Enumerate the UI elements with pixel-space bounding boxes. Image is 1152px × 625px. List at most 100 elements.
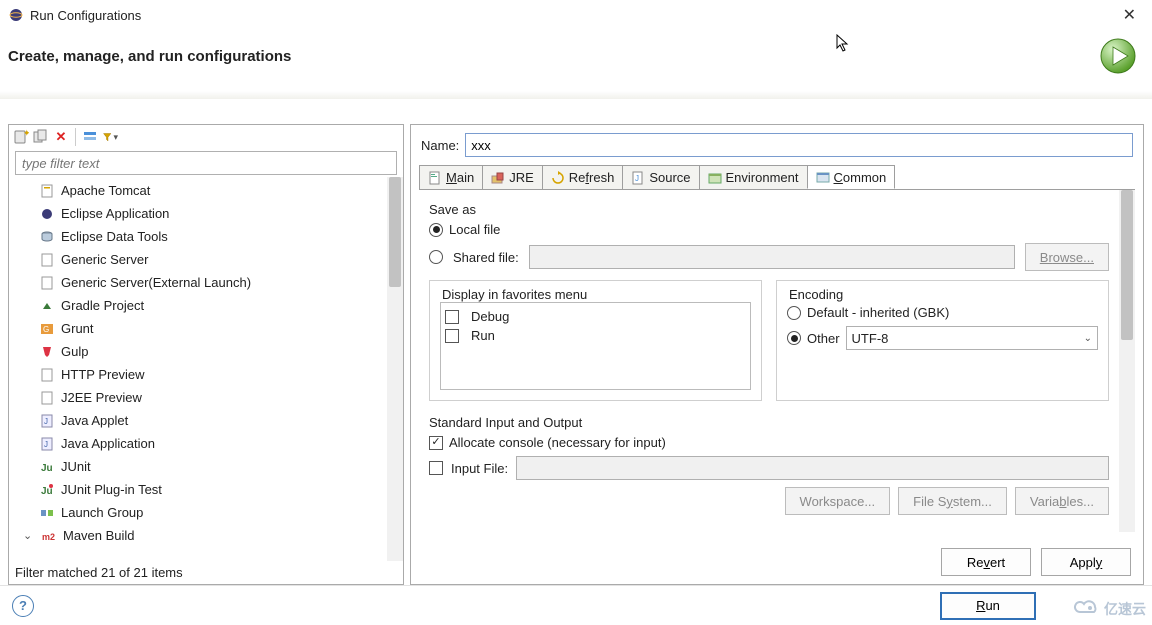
encoding-select[interactable]: UTF-8⌄ bbox=[846, 326, 1098, 350]
tab-jre[interactable]: JRE bbox=[482, 165, 543, 189]
shared-file-label: Shared file: bbox=[453, 250, 519, 265]
dialog-heading: Create, manage, and run configurations bbox=[8, 48, 291, 65]
filter-status: Filter matched 21 of 21 items bbox=[9, 561, 403, 584]
window-title: Run Configurations bbox=[30, 8, 141, 23]
encoding-other-radio[interactable] bbox=[787, 331, 801, 345]
run-button[interactable]: Run bbox=[940, 592, 1036, 620]
tree-item-label: Apache Tomcat bbox=[61, 183, 150, 198]
local-file-label: Local file bbox=[449, 222, 500, 237]
tree-item-label: Gulp bbox=[61, 344, 88, 359]
new-config-icon[interactable]: ✦ bbox=[13, 129, 29, 145]
svg-text:✦: ✦ bbox=[23, 129, 29, 138]
config-type-icon: J bbox=[39, 436, 55, 452]
page-icon bbox=[428, 171, 442, 185]
tree-toolbar: ✦ ✕ bbox=[9, 125, 403, 149]
tree-item-label: Maven Build bbox=[63, 528, 135, 543]
tree-item-label: Eclipse Application bbox=[61, 206, 169, 221]
tree-item[interactable]: Ju JUnit Plug-in Test bbox=[9, 478, 403, 501]
config-type-icon bbox=[39, 505, 55, 521]
revert-button[interactable]: Revert bbox=[941, 548, 1031, 576]
name-input[interactable] bbox=[465, 133, 1133, 157]
config-type-icon bbox=[39, 206, 55, 222]
tree-item-label: Java Applet bbox=[61, 413, 128, 428]
input-file-input bbox=[516, 456, 1109, 480]
tab-main[interactable]: Main bbox=[419, 165, 483, 189]
tree-item-label: JUnit Plug-in Test bbox=[61, 482, 162, 497]
expand-icon[interactable]: ⌄ bbox=[23, 529, 35, 542]
collapse-all-icon[interactable] bbox=[82, 129, 98, 145]
config-editor-panel: Name: Main JRE Refresh JSource Environme… bbox=[410, 124, 1144, 585]
filter-input[interactable] bbox=[15, 151, 397, 175]
environment-icon bbox=[708, 171, 722, 185]
duplicate-config-icon[interactable] bbox=[33, 129, 49, 145]
tree-item[interactable]: ⌄ m2 Maven Build bbox=[9, 524, 403, 547]
config-type-icon bbox=[39, 229, 55, 245]
tree-item-label: Generic Server(External Launch) bbox=[61, 275, 251, 290]
tree-item[interactable]: Gradle Project bbox=[9, 294, 403, 317]
content-scrollbar[interactable] bbox=[1119, 190, 1135, 532]
tab-environment[interactable]: Environment bbox=[699, 165, 808, 189]
shared-file-radio[interactable] bbox=[429, 250, 443, 264]
source-icon: J bbox=[631, 171, 645, 185]
tree-item-label: HTTP Preview bbox=[61, 367, 145, 382]
run-label: Run bbox=[471, 328, 495, 343]
allocate-console-checkbox[interactable] bbox=[429, 436, 443, 450]
svg-text:J: J bbox=[44, 417, 48, 426]
run-checkbox[interactable] bbox=[445, 329, 459, 343]
tree-item-label: Gradle Project bbox=[61, 298, 144, 313]
variables-button: Variables... bbox=[1015, 487, 1109, 515]
common-icon bbox=[816, 170, 830, 184]
close-icon[interactable]: ✕ bbox=[1115, 3, 1144, 27]
encoding-default-radio[interactable] bbox=[787, 306, 801, 320]
tree-item[interactable]: J2EE Preview bbox=[9, 386, 403, 409]
tree-scrollbar[interactable] bbox=[387, 177, 403, 561]
svg-text:Ju: Ju bbox=[41, 463, 53, 474]
tree-item[interactable]: Eclipse Application bbox=[9, 202, 403, 225]
tree-item[interactable]: Ju JUnit bbox=[9, 455, 403, 478]
svg-text:m2: m2 bbox=[42, 532, 55, 542]
local-file-radio[interactable] bbox=[429, 223, 443, 237]
tree-item[interactable]: Apache Tomcat bbox=[9, 179, 403, 202]
svg-text:J: J bbox=[635, 174, 639, 183]
tab-refresh[interactable]: Refresh bbox=[542, 165, 624, 189]
tree-item-label: Generic Server bbox=[61, 252, 148, 267]
favorites-list[interactable]: Debug Run bbox=[440, 302, 751, 390]
config-type-icon: m2 bbox=[41, 528, 57, 544]
tree-item[interactable]: HTTP Preview bbox=[9, 363, 403, 386]
config-type-icon: J bbox=[39, 413, 55, 429]
save-as-label: Save as bbox=[429, 198, 1109, 219]
filesystem-button: File System... bbox=[898, 487, 1007, 515]
watermark: 亿速云 bbox=[1072, 598, 1146, 619]
tree-item-label: JUnit bbox=[61, 459, 91, 474]
tab-common[interactable]: Common bbox=[807, 165, 896, 189]
delete-config-icon[interactable]: ✕ bbox=[53, 129, 69, 145]
dialog-header: Create, manage, and run configurations bbox=[0, 30, 1152, 91]
tree-item[interactable]: Launch Group bbox=[9, 501, 403, 524]
config-type-icon bbox=[39, 252, 55, 268]
tree-item[interactable]: Gulp bbox=[9, 340, 403, 363]
config-tree-panel: ✦ ✕ Apache Tomcat Eclipse Application Ecli… bbox=[8, 124, 404, 585]
config-tabs: Main JRE Refresh JSource Environment Com… bbox=[411, 163, 1143, 189]
tree-item[interactable]: Generic Server(External Launch) bbox=[9, 271, 403, 294]
tree-item[interactable]: Generic Server bbox=[9, 248, 403, 271]
name-label: Name: bbox=[421, 138, 459, 153]
debug-checkbox[interactable] bbox=[445, 310, 459, 324]
filter-config-icon[interactable] bbox=[102, 129, 118, 145]
config-type-icon: Ju bbox=[39, 482, 55, 498]
jre-icon bbox=[491, 171, 505, 185]
config-type-icon bbox=[39, 275, 55, 291]
input-file-checkbox[interactable] bbox=[429, 461, 443, 475]
tree-item[interactable]: Eclipse Data Tools bbox=[9, 225, 403, 248]
config-type-icon bbox=[39, 390, 55, 406]
tree-item[interactable]: J Java Applet bbox=[9, 409, 403, 432]
apply-button[interactable]: Apply bbox=[1041, 548, 1131, 576]
tree-item[interactable]: JJava Application bbox=[9, 432, 403, 455]
tree-item[interactable]: GGrunt bbox=[9, 317, 403, 340]
help-icon[interactable]: ? bbox=[12, 595, 34, 617]
config-tree[interactable]: Apache Tomcat Eclipse Application Eclipse … bbox=[9, 177, 403, 561]
tree-item-label: Eclipse Data Tools bbox=[61, 229, 168, 244]
debug-label: Debug bbox=[471, 309, 509, 324]
tab-source[interactable]: JSource bbox=[622, 165, 699, 189]
dialog-bottom-bar: ? Run Close bbox=[0, 585, 1152, 625]
sio-legend: Standard Input and Output bbox=[429, 411, 1109, 432]
